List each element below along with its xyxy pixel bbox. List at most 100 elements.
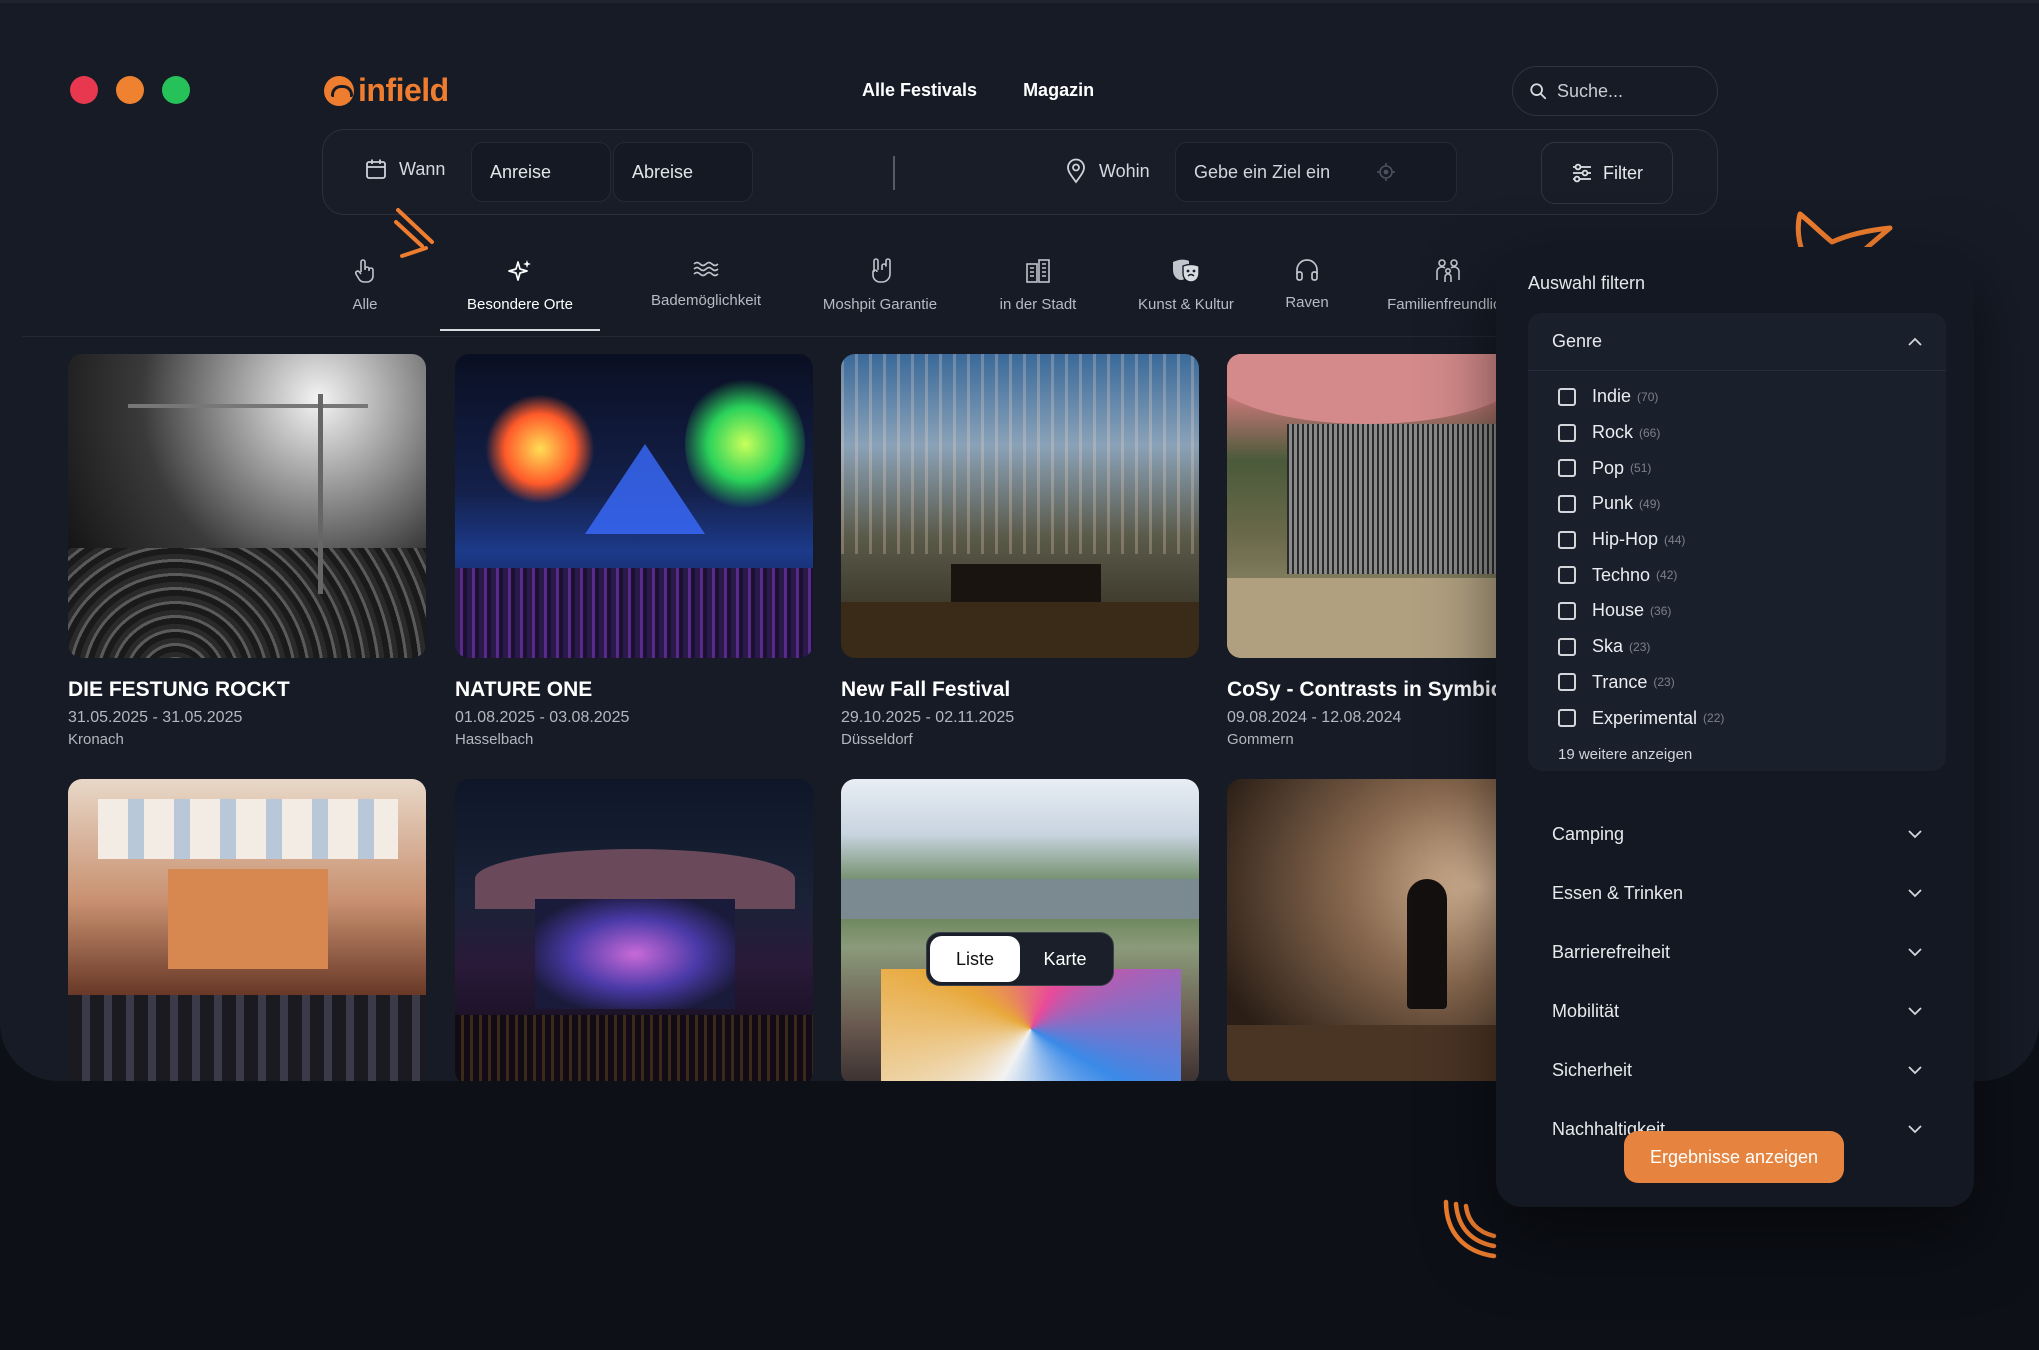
genre-list: Indie (70) Rock (66) Pop (51) Punk (49) Hip-… — [1528, 371, 1946, 736]
festival-image — [841, 354, 1199, 658]
doodle-lines-icon — [394, 208, 434, 258]
festival-card[interactable]: DIE FESTUNG ROCKT 31.05.2025 - 31.05.202… — [68, 354, 426, 748]
logo-mark-icon — [324, 75, 354, 106]
genre-name: Techno — [1592, 564, 1651, 585]
search-box[interactable]: Suche... — [1512, 66, 1718, 116]
festival-date: 01.08.2025 - 03.08.2025 — [455, 709, 630, 726]
tab-in-der-stadt[interactable]: in der Stadt — [986, 258, 1090, 331]
infield-logo[interactable]: infield — [324, 72, 449, 109]
festival-card[interactable]: NATURE ONE 01.08.2025 - 03.08.2025 Hasse… — [455, 354, 813, 748]
checkbox[interactable] — [1558, 494, 1576, 513]
tab-label: Alle — [352, 296, 378, 313]
genre-name: Ska — [1592, 636, 1624, 657]
show-more-genres-link[interactable]: 19 weitere anzeigen — [1528, 746, 1946, 763]
filter-section-camping[interactable]: Camping — [1528, 805, 1946, 864]
festival-image[interactable] — [841, 779, 1199, 1081]
festival-date: 31.05.2025 - 31.05.2025 — [68, 709, 243, 726]
location-pin-icon — [1067, 158, 1085, 184]
waves-icon — [693, 261, 719, 277]
departure-field[interactable]: Abreise — [613, 142, 753, 202]
festival-image[interactable] — [68, 779, 426, 1081]
genre-option[interactable]: House (36) — [1528, 593, 1946, 629]
tab-label: Besondere Orte — [467, 296, 573, 313]
genre-option[interactable]: Hip-Hop (44) — [1528, 522, 1946, 558]
close-window-button[interactable] — [70, 76, 98, 104]
tabs-divider — [22, 336, 1498, 337]
maximize-window-button[interactable] — [162, 76, 190, 104]
genre-option[interactable]: Ska (23) — [1528, 629, 1946, 665]
destination-input[interactable]: Gebe ein Ziel ein — [1175, 142, 1457, 202]
map-view-button[interactable]: Karte — [1020, 936, 1110, 982]
tab-raven[interactable]: Raven — [1282, 258, 1332, 331]
filter-section-essen-trinken[interactable]: Essen & Trinken — [1528, 864, 1946, 923]
tab-label: in der Stadt — [999, 296, 1077, 313]
checkbox[interactable] — [1558, 387, 1576, 406]
festival-image[interactable] — [455, 779, 813, 1081]
filter-section-mobilitaet[interactable]: Mobilität — [1528, 982, 1946, 1041]
tab-moshpit-garantie[interactable]: Moshpit Garantie — [814, 258, 946, 331]
genre-count: (51) — [1630, 461, 1652, 476]
chevron-up-icon — [1908, 337, 1922, 346]
genre-option[interactable]: Indie (70) — [1528, 379, 1946, 415]
calendar-icon — [366, 159, 386, 179]
tab-label: Bademöglichkeit — [650, 292, 762, 309]
checkbox[interactable] — [1558, 601, 1576, 620]
hand-pointer-icon — [354, 259, 374, 283]
genre-option[interactable]: Rock (66) — [1528, 415, 1946, 451]
theater-masks-icon — [1173, 259, 1200, 283]
category-tabs: Alle Besondere Orte Bademöglichkeit Mosh… — [330, 258, 1516, 331]
filter-section-barrierefreiheit[interactable]: Barrierefreiheit — [1528, 923, 1946, 982]
checkbox[interactable] — [1558, 566, 1576, 585]
tab-label: Familienfreundlich — [1387, 296, 1509, 313]
genre-count: (49) — [1639, 496, 1661, 511]
genre-option[interactable]: Pop (51) — [1528, 450, 1946, 486]
genre-option[interactable]: Techno (42) — [1528, 557, 1946, 593]
genre-name: Pop — [1592, 457, 1625, 478]
date-destination-bar: Wann Anreise Abreise Wohin Gebe ein Ziel… — [322, 129, 1718, 215]
genre-name: Trance — [1592, 671, 1648, 692]
checkbox[interactable] — [1558, 459, 1576, 478]
genre-count: (66) — [1639, 425, 1661, 440]
minimize-window-button[interactable] — [116, 76, 144, 104]
arrival-field[interactable]: Anreise — [471, 142, 611, 202]
genre-option[interactable]: Trance (23) — [1528, 665, 1946, 701]
genre-name: Experimental — [1592, 707, 1698, 728]
searchbar-divider — [893, 156, 895, 190]
checkbox[interactable] — [1558, 423, 1576, 442]
tab-kunst-kultur[interactable]: Kunst & Kultur — [1134, 258, 1238, 331]
where-group: Wohin — [1065, 158, 1150, 184]
genre-count: (42) — [1656, 568, 1678, 583]
festival-location: Hasselbach — [455, 731, 534, 748]
section-label: Barrierefreiheit — [1552, 942, 1671, 962]
filter-section-sicherheit[interactable]: Sicherheit — [1528, 1041, 1946, 1100]
festival-card[interactable]: New Fall Festival 29.10.2025 - 02.11.202… — [841, 354, 1199, 748]
genre-header[interactable]: Genre — [1528, 313, 1946, 371]
list-view-button[interactable]: Liste — [930, 936, 1020, 982]
tab-besondere-orte[interactable]: Besondere Orte — [440, 258, 600, 331]
when-label: Wann — [399, 158, 446, 179]
checkbox[interactable] — [1558, 673, 1576, 692]
section-label: Sicherheit — [1552, 1060, 1633, 1080]
destination-placeholder: Gebe ein Ziel ein — [1194, 161, 1331, 182]
checkbox[interactable] — [1558, 530, 1576, 549]
genre-count: (44) — [1664, 532, 1686, 547]
show-results-button[interactable]: Ergebnisse anzeigen — [1624, 1131, 1844, 1183]
family-icon — [1436, 259, 1460, 282]
filter-panel: Auswahl filtern Genre Indie (70) Rock (66)… — [1496, 247, 1974, 1207]
chevron-down-icon — [1908, 1007, 1922, 1016]
genre-option[interactable]: Punk (49) — [1528, 486, 1946, 522]
crosshair-icon[interactable] — [1376, 162, 1396, 182]
nav-all-festivals[interactable]: Alle Festivals — [862, 80, 977, 101]
headphones-icon — [1296, 259, 1318, 281]
checkbox[interactable] — [1558, 709, 1576, 728]
genre-option[interactable]: Experimental (22) — [1528, 700, 1946, 736]
top-nav: Alle Festivals Magazin — [862, 80, 1094, 101]
filter-button[interactable]: Filter — [1541, 142, 1673, 204]
sliders-icon — [1573, 163, 1591, 183]
nav-magazin[interactable]: Magazin — [1023, 80, 1094, 101]
tab-alle[interactable]: Alle — [330, 258, 400, 331]
checkbox[interactable] — [1558, 637, 1576, 656]
tab-bademoeglichkeit[interactable]: Bademöglichkeit — [626, 258, 786, 331]
tab-label: Moshpit Garantie — [822, 296, 938, 313]
chevron-down-icon — [1908, 1066, 1922, 1075]
